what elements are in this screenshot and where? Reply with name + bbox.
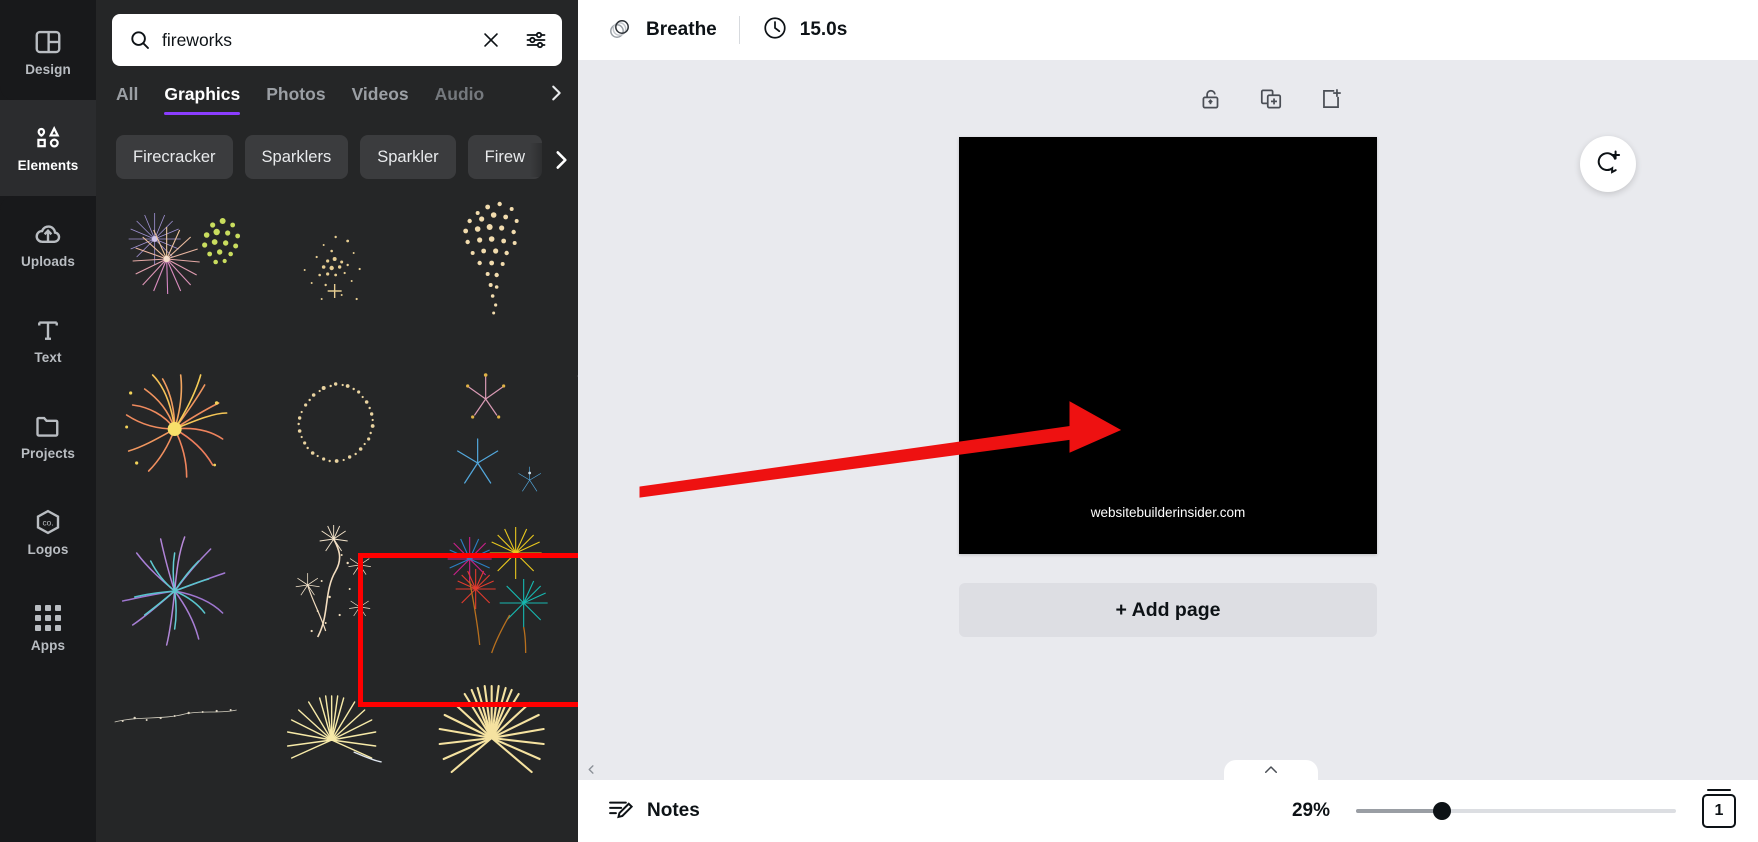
- chevron-right-icon[interactable]: [542, 79, 570, 107]
- editor-bottombar: Notes 29% 1: [578, 780, 1758, 842]
- graphic-result-item[interactable]: [259, 519, 414, 661]
- clock-icon: [762, 15, 788, 46]
- horizontal-scrollbar[interactable]: [578, 758, 1758, 780]
- panel-header: [96, 0, 578, 66]
- design-icon: [33, 27, 63, 57]
- tab-all[interactable]: All: [116, 84, 138, 115]
- projects-icon: [33, 411, 63, 441]
- chip-sparklers[interactable]: Sparklers: [244, 135, 349, 179]
- canva-editor: Design Elements Uploads Text Projects co…: [0, 0, 1758, 842]
- design-canvas[interactable]: websitebuilderinsider.com: [959, 137, 1377, 554]
- add-page-icon[interactable]: [1316, 84, 1346, 114]
- chevron-right-icon[interactable]: [530, 143, 578, 177]
- graphic-result-item[interactable]: [415, 519, 570, 661]
- sidebar-item-projects[interactable]: Projects: [0, 388, 96, 484]
- tab-videos[interactable]: Videos: [352, 84, 409, 115]
- graphic-result-item-selected[interactable]: [259, 357, 414, 499]
- graphic-result-item[interactable]: [415, 195, 570, 337]
- sidebar-item-label: Text: [34, 350, 62, 365]
- left-rail: Design Elements Uploads Text Projects co…: [0, 0, 96, 842]
- add-comment-icon: [1594, 148, 1622, 181]
- design-duration: 15.0s: [799, 19, 848, 40]
- sidebar-item-uploads[interactable]: Uploads: [0, 196, 96, 292]
- zoom-slider-fill: [1356, 809, 1443, 813]
- canvas-area[interactable]: websitebuilderinsider.com + Add page: [578, 60, 1758, 780]
- notes-pencil-icon: [606, 795, 634, 828]
- uploads-icon: [33, 219, 63, 249]
- suggested-keyword-chips: Firecracker Sparklers Sparkler Firew: [96, 115, 578, 179]
- graphic-result-item[interactable]: [104, 680, 259, 822]
- page-toolbar: [1196, 84, 1346, 114]
- category-tabs: All Graphics Photos Videos Audio: [96, 66, 578, 115]
- sidebar-item-design[interactable]: Design: [0, 4, 96, 100]
- sidebar-item-label: Projects: [20, 446, 76, 461]
- topbar-divider: [738, 16, 740, 44]
- tab-audio[interactable]: Audio: [435, 84, 485, 115]
- page-wrapper: websitebuilderinsider.com + Add page: [959, 137, 1377, 637]
- sidebar-item-label: Apps: [30, 638, 66, 653]
- chip-sparkler[interactable]: Sparkler: [360, 135, 456, 179]
- lock-icon[interactable]: [1196, 84, 1226, 114]
- scroll-track[interactable]: [600, 767, 1754, 772]
- graphic-result-item[interactable]: [104, 357, 259, 499]
- tab-graphics[interactable]: Graphics: [164, 84, 240, 115]
- sidebar-item-label: Uploads: [21, 254, 75, 269]
- logos-icon: co.: [33, 507, 63, 537]
- sidebar-item-text[interactable]: Text: [0, 292, 96, 388]
- editor-main: Breathe 15.0s websitebuilderinsider.com …: [578, 0, 1758, 842]
- elements-panel: All Graphics Photos Videos Audio Firecra…: [96, 0, 578, 842]
- panel-collapse-handle[interactable]: [564, 336, 578, 416]
- sidebar-item-label: Design: [25, 62, 71, 77]
- pages-layers-icon: [606, 14, 634, 47]
- design-title: Breathe: [646, 19, 717, 40]
- apps-icon: [33, 603, 63, 633]
- search-bar[interactable]: [112, 14, 562, 66]
- zoom-slider[interactable]: [1356, 802, 1676, 820]
- zoom-slider-knob[interactable]: [1433, 802, 1452, 820]
- add-comment-button[interactable]: [1580, 136, 1636, 192]
- graphic-result-item[interactable]: [415, 680, 570, 822]
- zoom-percent-label: 29%: [1291, 800, 1330, 821]
- editor-topbar: Breathe 15.0s: [578, 0, 1758, 60]
- page-count-badge[interactable]: 1: [1702, 789, 1736, 828]
- bottombar-right: 29% 1: [1291, 789, 1736, 828]
- graphic-result-item[interactable]: [104, 519, 259, 661]
- sidebar-item-label: Logos: [27, 542, 69, 557]
- graphic-result-item[interactable]: [259, 195, 414, 337]
- duplicate-page-icon[interactable]: [1256, 84, 1286, 114]
- duration-group[interactable]: 15.0s: [762, 15, 848, 46]
- close-icon[interactable]: [480, 29, 502, 51]
- add-page-button[interactable]: + Add page: [959, 583, 1377, 637]
- chip-firecracker[interactable]: Firecracker: [116, 135, 233, 179]
- graphic-result-item[interactable]: [259, 680, 414, 822]
- search-icon: [128, 28, 152, 52]
- scroll-left-icon[interactable]: [582, 764, 600, 775]
- search-results-grid: [96, 195, 578, 842]
- search-input[interactable]: [162, 29, 470, 51]
- filter-sliders-icon[interactable]: [524, 28, 548, 52]
- sidebar-item-elements[interactable]: Elements: [0, 86, 96, 210]
- graphic-result-item[interactable]: [415, 357, 570, 499]
- timeline-expand-tab[interactable]: [1224, 760, 1318, 780]
- graphic-result-item[interactable]: [104, 195, 259, 337]
- notes-button[interactable]: Notes: [606, 795, 700, 828]
- text-icon: [33, 315, 63, 345]
- sidebar-item-apps[interactable]: Apps: [0, 580, 96, 676]
- notes-label: Notes: [647, 800, 700, 821]
- sidebar-item-label: Elements: [17, 158, 79, 173]
- elements-icon: [33, 123, 63, 153]
- design-title-group[interactable]: Breathe: [606, 14, 717, 47]
- sidebar-item-logos[interactable]: co. Logos: [0, 484, 96, 580]
- svg-text:co.: co.: [42, 518, 53, 527]
- canvas-watermark: websitebuilderinsider.com: [1090, 505, 1246, 520]
- tab-photos[interactable]: Photos: [266, 84, 325, 115]
